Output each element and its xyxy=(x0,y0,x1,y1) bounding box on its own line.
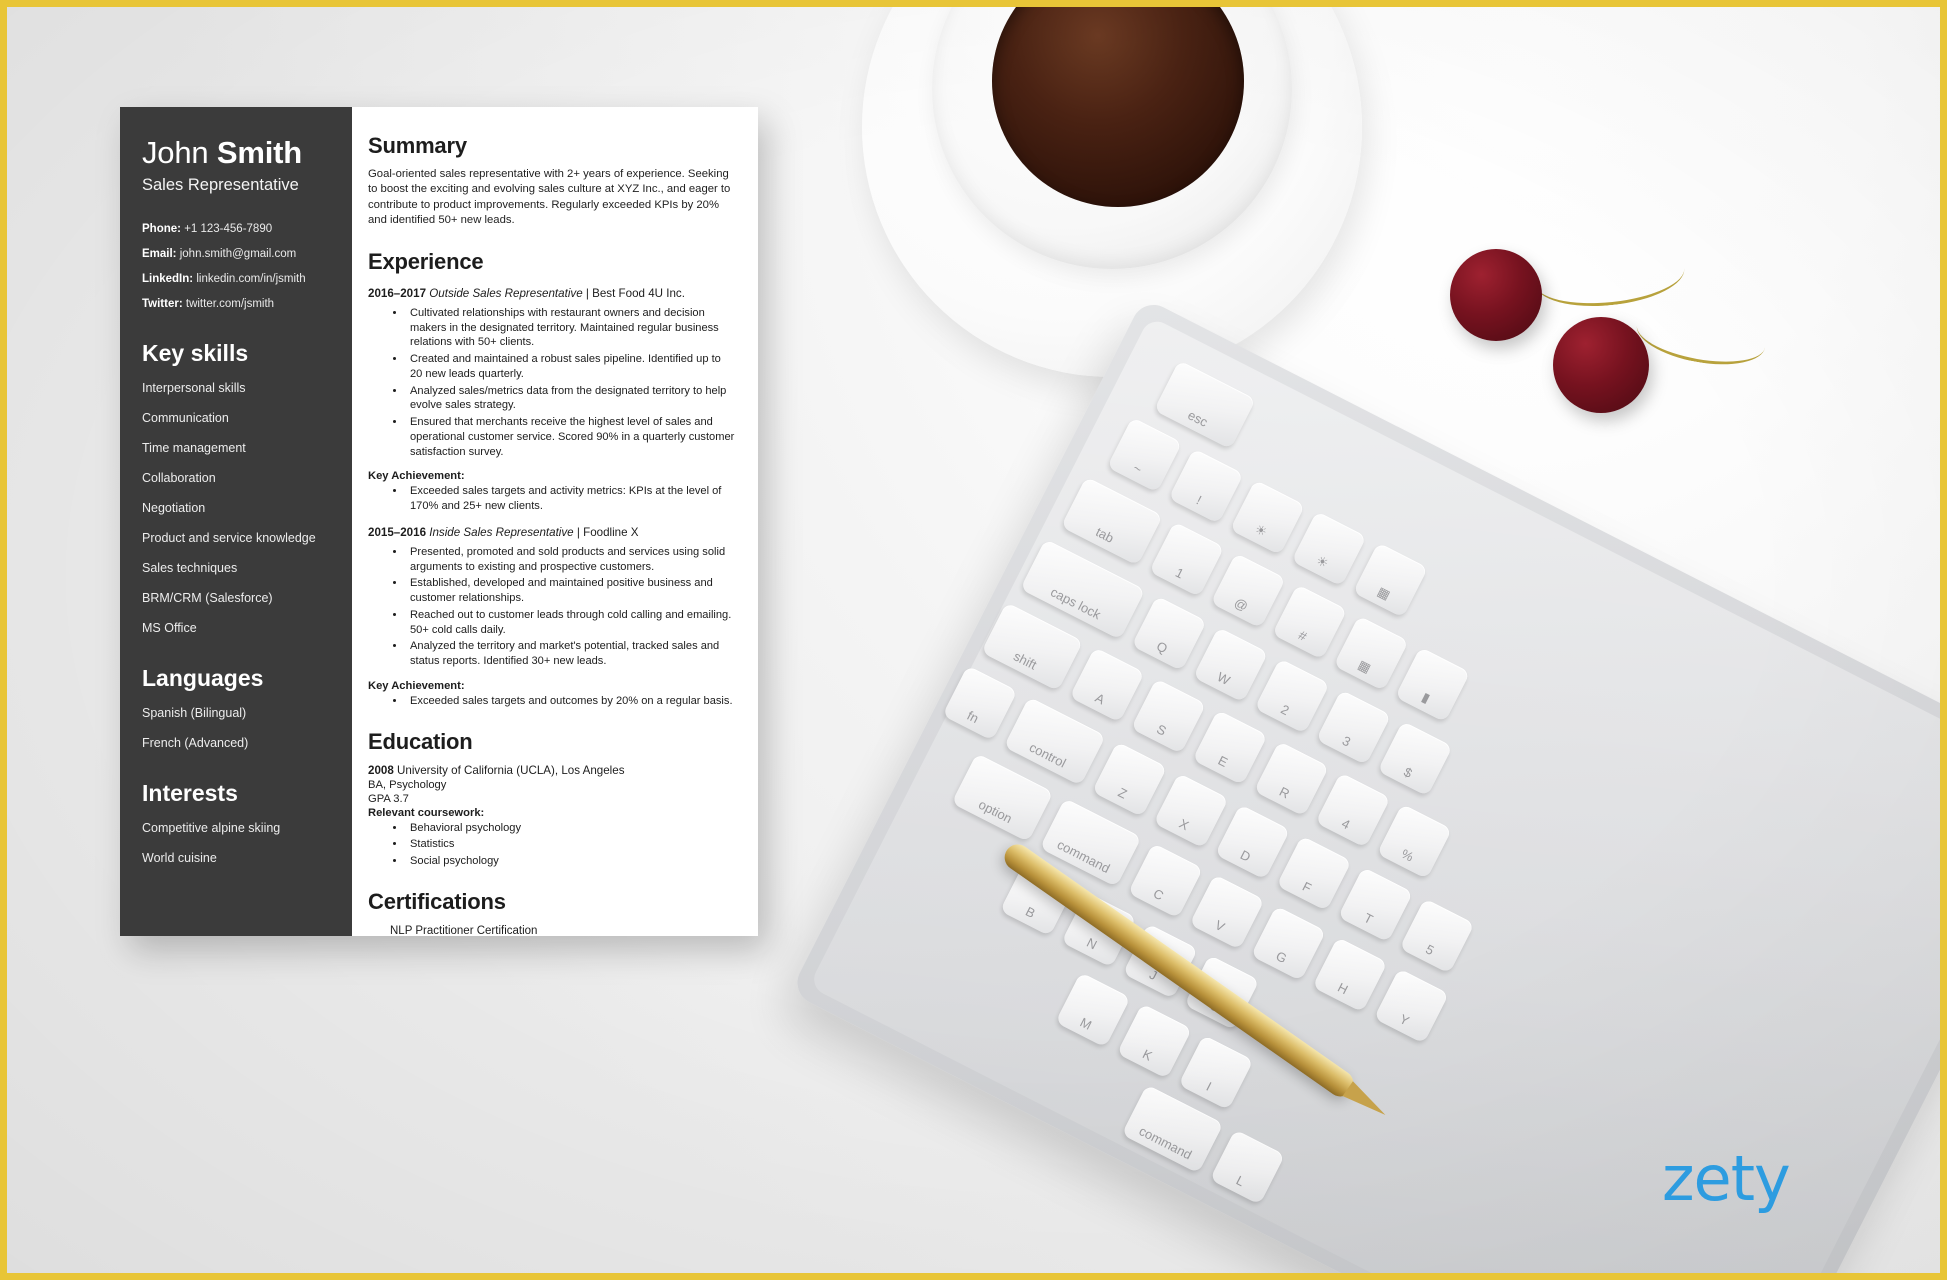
education-year: 2008 xyxy=(368,763,394,777)
job-role: Inside Sales Representative xyxy=(429,525,574,539)
education-degree: BA, Psychology xyxy=(368,778,447,791)
contact-value: john.smith@gmail.com xyxy=(179,247,297,260)
contact-value: +1 123-456-7890 xyxy=(184,222,273,235)
interests-heading: Interests xyxy=(142,779,238,806)
key-achievement-item: Exceeded sales targets and activity metr… xyxy=(406,484,736,514)
key-achievement-label: Key Achievement: xyxy=(368,470,465,483)
education-coursework-list: Behavioral psychology Statistics Social … xyxy=(406,821,736,869)
language-item: Spanish (Bilingual) xyxy=(142,705,247,720)
job-bullet: Reached out to customer leads through co… xyxy=(406,608,736,638)
key-skill-item: Interpersonal skills xyxy=(142,380,246,395)
summary-text: Goal-oriented sales representative with … xyxy=(368,168,731,227)
key-skill-item: Collaboration xyxy=(142,470,216,485)
education-gpa: GPA 3.7 xyxy=(368,793,409,806)
job-bullet: Established, developed and maintained po… xyxy=(406,576,736,606)
education-school: University of California (UCLA), Los Ang… xyxy=(397,763,625,777)
experience-job-header: 2015–2016 Inside Sales Representative | … xyxy=(368,526,736,539)
job-company: Best Food 4U Inc. xyxy=(592,286,685,300)
contact-value: twitter.com/jsmith xyxy=(185,297,275,310)
contact-linkedin: LinkedIn: linkedin.com/in/jsmith xyxy=(142,273,352,285)
first-name: John xyxy=(142,135,209,170)
job-bullet: Presented, promoted and sold products an… xyxy=(406,545,736,575)
coursework-item: Behavioral psychology xyxy=(406,821,736,836)
job-bullet: Cultivated relationships with restaurant… xyxy=(406,306,736,350)
job-separator: | xyxy=(582,286,593,300)
job-bullet-list: Cultivated relationships with restaurant… xyxy=(406,306,736,460)
experience-heading: Experience xyxy=(368,248,484,274)
job-bullet: Analyzed the territory and market's pote… xyxy=(406,639,736,669)
key-skill-item: Product and service knowledge xyxy=(142,530,316,545)
interest-item: World cuisine xyxy=(142,850,217,865)
certification-item: NLP Practitioner Certification xyxy=(390,924,538,937)
key-skill-item: Sales techniques xyxy=(142,560,238,575)
applicant-name: John Smith xyxy=(142,135,352,170)
job-years: 2016–2017 xyxy=(368,286,427,300)
contact-list: Phone: +1 123-456-7890 Email: john.smith… xyxy=(142,223,352,310)
certifications-heading: Certifications xyxy=(368,888,506,914)
contact-twitter: Twitter: twitter.com/jsmith xyxy=(142,298,352,310)
job-role: Outside Sales Representative xyxy=(429,286,583,300)
coursework-item: Social psychology xyxy=(406,854,736,869)
key-skill-item: Negotiation xyxy=(142,500,206,515)
key-skill-item: Time management xyxy=(142,440,246,455)
contact-value: linkedin.com/in/jsmith xyxy=(196,272,306,285)
coursework-item: Statistics xyxy=(406,837,736,852)
contact-label: Phone: xyxy=(142,222,181,235)
resume-sidebar: John Smith Sales Representative Phone: +… xyxy=(120,107,352,936)
key-achievement-list: Exceeded sales targets and activity metr… xyxy=(406,484,736,514)
key-achievement-list: Exceeded sales targets and outcomes by 2… xyxy=(406,694,736,709)
job-separator: | xyxy=(573,525,584,539)
resume-main-column: Summary Goal-oriented sales representati… xyxy=(352,107,758,937)
education-coursework-label: Relevant coursework: xyxy=(368,807,485,820)
key-skill-item: MS Office xyxy=(142,620,197,635)
job-bullet: Ensured that merchants receive the highe… xyxy=(406,415,736,459)
education-school-line: 2008 University of California (UCLA), Lo… xyxy=(368,763,736,778)
screenshot-frame: esc ~ ! ☀ ☀ ▦ tab 1 @ # ▦ ▮ caps lock Q … xyxy=(0,0,1947,1280)
resume-document: John Smith Sales Representative Phone: +… xyxy=(120,107,758,937)
key-skill-item: BRM/CRM (Salesforce) xyxy=(142,590,273,605)
key-skills-heading: Key skills xyxy=(142,339,249,366)
experience-job-header: 2016–2017 Outside Sales Representative |… xyxy=(368,287,736,300)
key-achievement-item: Exceeded sales targets and outcomes by 2… xyxy=(406,694,736,709)
contact-label: Email: xyxy=(142,247,177,260)
education-heading: Education xyxy=(368,728,473,754)
summary-heading: Summary xyxy=(368,133,467,158)
key-achievement-label: Key Achievement: xyxy=(368,679,465,692)
contact-email: Email: john.smith@gmail.com xyxy=(142,248,352,260)
language-item: French (Advanced) xyxy=(142,735,249,750)
job-bullet-list: Presented, promoted and sold products an… xyxy=(406,545,736,669)
contact-label: Twitter: xyxy=(142,297,183,310)
zety-logo: zety xyxy=(1662,1142,1791,1215)
job-years: 2015–2016 xyxy=(368,525,427,539)
contact-phone: Phone: +1 123-456-7890 xyxy=(142,223,352,235)
interest-item: Competitive alpine skiing xyxy=(142,820,281,835)
applicant-job-title: Sales Representative xyxy=(142,175,299,194)
key-skill-item: Communication xyxy=(142,410,229,425)
job-bullet: Created and maintained a robust sales pi… xyxy=(406,352,736,382)
job-bullet: Analyzed sales/metrics data from the des… xyxy=(406,384,736,414)
languages-heading: Languages xyxy=(142,664,264,691)
last-name: Smith xyxy=(216,135,302,170)
contact-label: LinkedIn: xyxy=(142,272,194,285)
job-company: Foodline X xyxy=(583,525,639,539)
